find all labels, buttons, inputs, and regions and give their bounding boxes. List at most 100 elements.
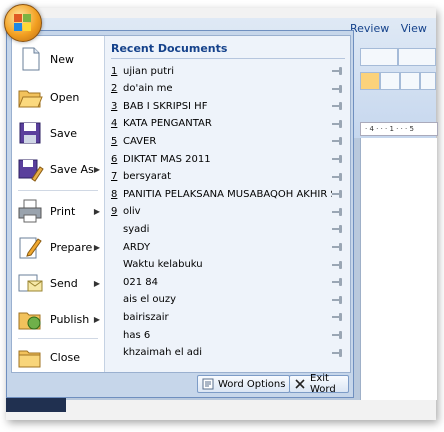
recent-document-name: oliv: [123, 206, 141, 218]
recent-document-name: ARDY: [123, 241, 151, 253]
pin-icon[interactable]: [332, 67, 344, 75]
office-logo-icon: [14, 14, 32, 32]
recent-document-item[interactable]: ARDY: [105, 238, 350, 256]
pin-icon[interactable]: [332, 331, 344, 339]
recent-document-item[interactable]: 5 CAVER: [105, 132, 350, 150]
submenu-arrow-icon: ▶: [93, 314, 100, 324]
pin-icon[interactable]: [332, 260, 344, 269]
open-folder-icon: [16, 83, 44, 111]
recent-document-item[interactable]: 6 DIKTAT MAS 2011: [105, 150, 350, 168]
pin-icon[interactable]: [332, 207, 344, 216]
menu-item-save-as[interactable]: Save As ▶: [14, 152, 102, 186]
recent-document-item[interactable]: 021 84: [105, 273, 350, 291]
menu-item-save[interactable]: Save: [14, 116, 102, 150]
recent-document-number: 5: [111, 135, 118, 147]
pin-icon[interactable]: [332, 119, 344, 128]
submenu-arrow-icon: ▶: [93, 278, 100, 288]
recent-document-item[interactable]: bairiszair: [105, 308, 350, 326]
menu-item-open[interactable]: Open: [14, 80, 102, 114]
pin-icon[interactable]: [332, 243, 344, 251]
pin-icon[interactable]: [332, 190, 344, 199]
tab-review[interactable]: Review: [350, 22, 389, 35]
recent-document-name: bairiszair: [123, 311, 169, 323]
recent-document-name: ujian putri: [123, 65, 175, 77]
menu-item-label: Send: [50, 276, 78, 290]
menu-item-send[interactable]: Send ▶: [14, 266, 102, 300]
recent-documents-title: Recent Documents: [111, 42, 228, 55]
submenu-arrow-icon: ▶: [93, 242, 100, 252]
menu-divider: [18, 338, 98, 339]
recent-document-item[interactable]: ais el ouzy: [105, 291, 350, 309]
pin-icon[interactable]: [332, 102, 344, 111]
pin-icon[interactable]: [332, 137, 344, 146]
office-button[interactable]: [4, 4, 42, 42]
menu-body: New Open Save Save As ▶ Print ▶ Prepare …: [11, 35, 351, 373]
submenu-arrow-icon: ▶: [93, 206, 100, 216]
recent-documents-panel: Recent Documents 1 ujian putri 2 do'ain me 3…: [105, 36, 350, 372]
recent-document-number: 6: [111, 153, 118, 165]
word-options-icon: [202, 378, 214, 390]
pin-icon[interactable]: [332, 172, 344, 181]
recent-document-item[interactable]: has 6: [105, 326, 350, 344]
bullets-button[interactable]: [360, 48, 398, 66]
recent-document-item[interactable]: 3 BAB I SKRIPSI HF: [105, 97, 350, 115]
recent-document-number: 4: [111, 118, 118, 130]
recent-document-item[interactable]: 8 PANITIA PELAKSANA MUSABAQOH AKHIR SANAH: [105, 185, 350, 203]
menu-item-close[interactable]: Close: [14, 340, 102, 374]
menu-item-label: New: [50, 52, 74, 66]
menu-item-print[interactable]: Print ▶: [14, 194, 102, 228]
recent-document-item[interactable]: Waktu kelabuku: [105, 256, 350, 274]
recent-document-item[interactable]: 7 bersyarat: [105, 168, 350, 186]
recent-document-name: BAB I SKRIPSI HF: [123, 100, 208, 112]
office-application-menu: New Open Save Save As ▶ Print ▶ Prepare …: [6, 30, 354, 398]
menu-item-publish[interactable]: Publish ▶: [14, 302, 102, 336]
pin-icon[interactable]: [332, 155, 344, 163]
recent-document-number: 3: [111, 100, 118, 112]
prepare-pencil-icon: [16, 233, 44, 261]
recent-documents-divider: [111, 58, 345, 59]
recent-document-item[interactable]: syadi: [105, 220, 350, 238]
word-options-button[interactable]: Word Options: [197, 375, 291, 393]
printer-icon: [16, 197, 44, 225]
recent-document-name: bersyarat: [123, 171, 172, 183]
ruler: · 4 · · · 1 · · · 5: [360, 122, 438, 136]
new-document-icon: [16, 45, 44, 73]
numbering-button[interactable]: [398, 48, 436, 66]
tab-view[interactable]: View: [401, 22, 427, 35]
pin-icon[interactable]: [332, 225, 344, 234]
recent-document-item[interactable]: 4 KATA PENGANTAR: [105, 115, 350, 133]
align-left-button[interactable]: [360, 72, 380, 90]
menu-item-new[interactable]: New: [14, 42, 102, 76]
menu-item-prepare[interactable]: Prepare ▶: [14, 230, 102, 264]
pin-icon[interactable]: [332, 295, 344, 304]
recent-document-name: ais el ouzy: [123, 294, 177, 306]
exit-word-button[interactable]: Exit Word: [289, 373, 349, 395]
publish-icon: [16, 305, 44, 333]
menu-item-label: Save: [50, 126, 78, 140]
save-disk-icon: [16, 119, 44, 147]
recent-document-number: 8: [111, 188, 118, 200]
recent-document-item[interactable]: khzaimah el adi: [105, 344, 350, 362]
document-page[interactable]: [360, 138, 437, 400]
menu-footer: Word Options Exit Word: [11, 373, 349, 395]
pin-icon[interactable]: [332, 313, 344, 322]
taskbar-strip: [6, 398, 66, 412]
recent-document-name: DIKTAT MAS 2011: [123, 153, 211, 165]
menu-item-label: Close: [50, 350, 80, 364]
recent-document-number: 9: [111, 206, 118, 218]
pin-icon[interactable]: [332, 348, 344, 357]
recent-document-name: do'ain me: [123, 83, 173, 95]
justify-button[interactable]: [420, 72, 436, 90]
close-folder-icon: [16, 343, 44, 371]
menu-item-label: Publish: [50, 312, 90, 326]
menu-item-label: Prepare: [50, 240, 93, 254]
recent-document-item[interactable]: 2 do'ain me: [105, 80, 350, 98]
pin-icon[interactable]: [332, 278, 344, 287]
recent-document-name: 021 84: [123, 276, 158, 288]
recent-document-item[interactable]: 1 ujian putri: [105, 62, 350, 80]
align-right-button[interactable]: [400, 72, 420, 90]
align-center-button[interactable]: [380, 72, 400, 90]
recent-document-item[interactable]: 9 oliv: [105, 203, 350, 221]
menu-divider: [18, 190, 98, 191]
pin-icon[interactable]: [332, 84, 344, 93]
